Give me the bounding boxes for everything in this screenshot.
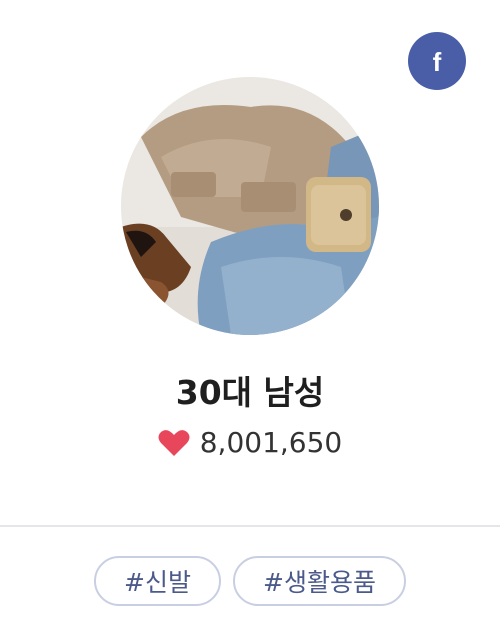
tag-household-goods[interactable]: #생활용품 [233, 556, 406, 606]
facebook-icon: f [432, 47, 442, 77]
heart-icon [158, 429, 190, 456]
divider [0, 525, 500, 527]
likes-row: 8,001,650 [0, 426, 500, 459]
facebook-share-button[interactable]: f [408, 32, 466, 90]
tag-shoes[interactable]: #신발 [94, 556, 221, 606]
likes-count: 8,001,650 [199, 426, 343, 459]
profile-image [121, 77, 379, 335]
profile-title: 30대 남성 [175, 373, 325, 412]
tag-list: #신발 #생활용품 [0, 556, 500, 606]
